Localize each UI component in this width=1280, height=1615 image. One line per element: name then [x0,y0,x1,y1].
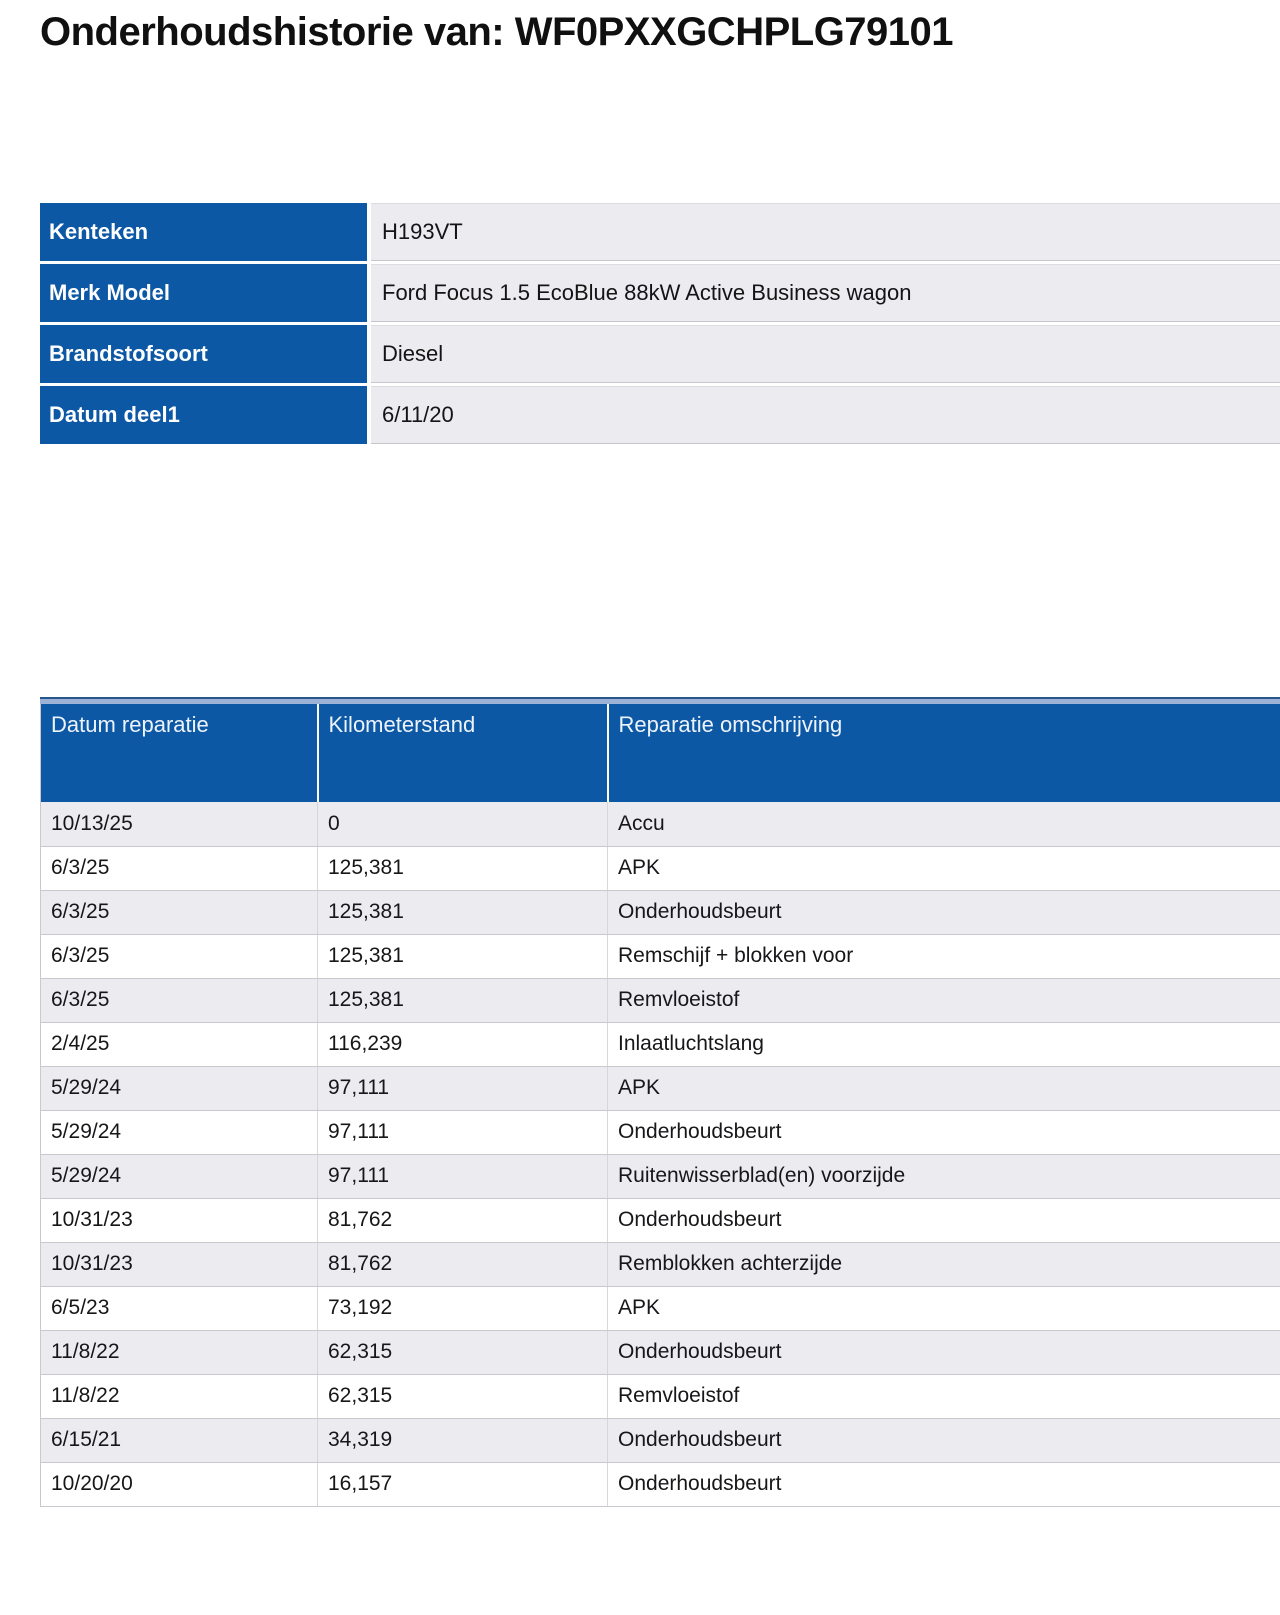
table-row: 2/4/25 116,239 Inlaatluchtslang [41,1022,1280,1066]
cell-kilometerstand: 73,192 [318,1286,608,1330]
cell-kilometerstand: 125,381 [318,890,608,934]
column-header-datum-reparatie: Datum reparatie [41,704,318,802]
cell-omschrijving: Remblokken achterzijde [608,1242,1280,1286]
table-row: 11/8/22 62,315 Remvloeistof [41,1374,1280,1418]
cell-kilometerstand: 97,111 [318,1110,608,1154]
table-row: 6/3/25 125,381 APK [41,846,1280,890]
cell-kilometerstand: 97,111 [318,1066,608,1110]
info-row-kenteken: Kenteken H193VT [40,203,1280,261]
info-value-merk-model: Ford Focus 1.5 EcoBlue 88kW Active Busin… [371,264,1280,322]
cell-omschrijving: Remvloeistof [608,1374,1280,1418]
cell-datum: 6/3/25 [41,890,318,934]
cell-omschrijving: Onderhoudsbeurt [608,890,1280,934]
column-header-reparatie-omschrijving: Reparatie omschrijving [608,704,1280,802]
info-value-kenteken: H193VT [371,203,1280,261]
cell-omschrijving: Ruitenwisserblad(en) voorzijde [608,1154,1280,1198]
info-label-merk-model: Merk Model [40,264,367,322]
cell-datum: 6/3/25 [41,846,318,890]
table-row: 10/20/20 16,157 Onderhoudsbeurt [41,1462,1280,1506]
maintenance-history-page: { "page": { "title": "Onderhoudshistorie… [0,0,1280,1615]
cell-kilometerstand: 125,381 [318,934,608,978]
cell-datum: 2/4/25 [41,1022,318,1066]
info-row-datum-deel1: Datum deel1 6/11/20 [40,386,1280,444]
vehicle-info-table: Kenteken H193VT Merk Model Ford Focus 1.… [40,203,1280,447]
info-row-brandstofsoort: Brandstofsoort Diesel [40,325,1280,383]
cell-omschrijving: Onderhoudsbeurt [608,1110,1280,1154]
cell-kilometerstand: 125,381 [318,978,608,1022]
cell-datum: 6/5/23 [41,1286,318,1330]
table-row: 6/3/25 125,381 Remvloeistof [41,978,1280,1022]
column-header-kilometerstand: Kilometerstand [318,704,608,802]
cell-omschrijving: Onderhoudsbeurt [608,1198,1280,1242]
info-value-brandstofsoort: Diesel [371,325,1280,383]
header-row: Datum reparatie Kilometerstand Reparatie… [41,704,1280,802]
cell-datum: 5/29/24 [41,1066,318,1110]
table-row: 6/5/23 73,192 APK [41,1286,1280,1330]
table-row: 11/8/22 62,315 Onderhoudsbeurt [41,1330,1280,1374]
info-value-datum-deel1: 6/11/20 [371,386,1280,444]
page-title: Onderhoudshistorie van: WF0PXXGCHPLG7910… [40,10,953,55]
cell-datum: 10/31/23 [41,1198,318,1242]
cell-kilometerstand: 97,111 [318,1154,608,1198]
cell-omschrijving: Inlaatluchtslang [608,1022,1280,1066]
cell-kilometerstand: 62,315 [318,1374,608,1418]
repair-history-table: Datum reparatie Kilometerstand Reparatie… [40,704,1280,1507]
table-row: 10/31/23 81,762 Remblokken achterzijde [41,1242,1280,1286]
cell-datum: 6/15/21 [41,1418,318,1462]
cell-kilometerstand: 81,762 [318,1242,608,1286]
cell-datum: 10/13/25 [41,802,318,846]
table-row: 5/29/24 97,111 APK [41,1066,1280,1110]
cell-omschrijving: APK [608,1286,1280,1330]
table-row: 6/15/21 34,319 Onderhoudsbeurt [41,1418,1280,1462]
info-row-merk-model: Merk Model Ford Focus 1.5 EcoBlue 88kW A… [40,264,1280,322]
cell-omschrijving: Remvloeistof [608,978,1280,1022]
cell-omschrijving: Onderhoudsbeurt [608,1462,1280,1506]
cell-kilometerstand: 34,319 [318,1418,608,1462]
cell-datum: 10/31/23 [41,1242,318,1286]
cell-omschrijving: Onderhoudsbeurt [608,1330,1280,1374]
cell-kilometerstand: 81,762 [318,1198,608,1242]
info-label-kenteken: Kenteken [40,203,367,261]
cell-omschrijving: Accu [608,802,1280,846]
table-row: 5/29/24 97,111 Ruitenwisserblad(en) voor… [41,1154,1280,1198]
table-row: 10/31/23 81,762 Onderhoudsbeurt [41,1198,1280,1242]
cell-datum: 6/3/25 [41,934,318,978]
table-row: 6/3/25 125,381 Remschijf + blokken voor [41,934,1280,978]
cell-datum: 6/3/25 [41,978,318,1022]
info-label-brandstofsoort: Brandstofsoort [40,325,367,383]
cell-omschrijving: Remschijf + blokken voor [608,934,1280,978]
cell-kilometerstand: 116,239 [318,1022,608,1066]
cell-datum: 5/29/24 [41,1154,318,1198]
cell-omschrijving: APK [608,846,1280,890]
cell-kilometerstand: 0 [318,802,608,846]
table-row: 5/29/24 97,111 Onderhoudsbeurt [41,1110,1280,1154]
cell-kilometerstand: 16,157 [318,1462,608,1506]
cell-kilometerstand: 125,381 [318,846,608,890]
cell-omschrijving: APK [608,1066,1280,1110]
info-label-datum-deel1: Datum deel1 [40,386,367,444]
repair-history-section: Datum reparatie Kilometerstand Reparatie… [40,697,1280,1507]
table-row: 10/13/25 0 Accu [41,802,1280,846]
cell-datum: 5/29/24 [41,1110,318,1154]
cell-datum: 10/20/20 [41,1462,318,1506]
cell-omschrijving: Onderhoudsbeurt [608,1418,1280,1462]
cell-datum: 11/8/22 [41,1374,318,1418]
cell-datum: 11/8/22 [41,1330,318,1374]
table-row: 6/3/25 125,381 Onderhoudsbeurt [41,890,1280,934]
cell-kilometerstand: 62,315 [318,1330,608,1374]
